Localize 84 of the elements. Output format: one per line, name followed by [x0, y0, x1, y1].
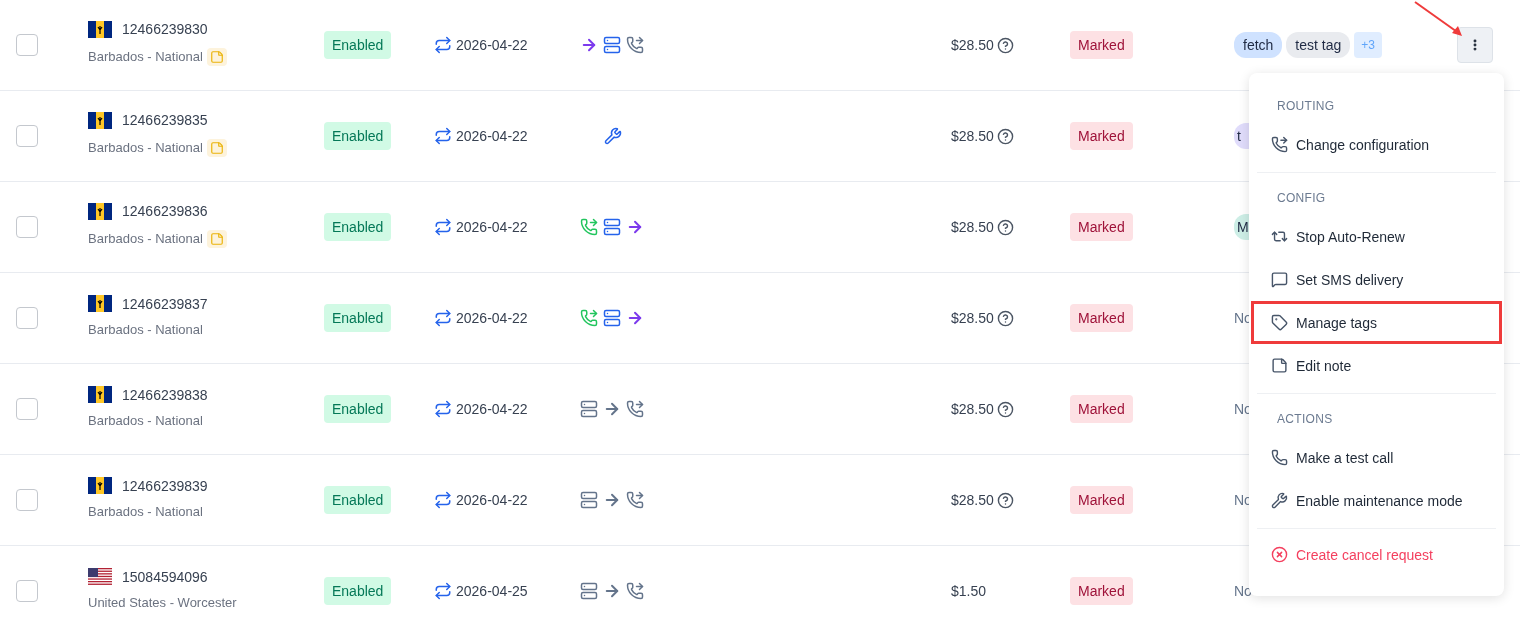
row-checkbox[interactable]: [16, 216, 38, 238]
phone-number: 12466239839: [122, 477, 208, 494]
note-icon: [1271, 357, 1288, 374]
renew-date: 2026-04-22: [456, 219, 528, 235]
price-text: $1.50: [951, 583, 987, 599]
tag-chip: fetch: [1234, 32, 1283, 58]
auto-renew-icon: [434, 218, 452, 236]
row-checkbox[interactable]: [16, 307, 38, 329]
note-icon[interactable]: [206, 229, 227, 248]
row-menu-button[interactable]: [1457, 27, 1493, 63]
cancel-icon: [1271, 546, 1288, 563]
location-text: Barbados - National: [88, 49, 203, 64]
row-checkbox[interactable]: [16, 398, 38, 420]
renew-date: 2026-04-22: [456, 37, 528, 53]
status-badge: Enabled: [324, 304, 392, 332]
tag-icon: [1271, 314, 1288, 331]
phone-number: 12466239835: [122, 112, 208, 128]
row-checkbox[interactable]: [16, 125, 38, 147]
marked-badge: Marked: [1070, 122, 1133, 150]
price-text: $28.50: [951, 401, 994, 417]
message-icon: [1271, 271, 1288, 288]
menu-item[interactable]: Edit note: [1251, 344, 1502, 387]
location-text: Barbados - National: [88, 504, 203, 519]
menu-section-heading: ROUTING: [1276, 98, 1336, 115]
phone-number: 15084594096: [122, 568, 208, 585]
location-text: Barbados - National: [88, 413, 203, 428]
row-checkbox[interactable]: [16, 580, 38, 602]
renew-date: 2026-04-22: [456, 310, 528, 326]
auto-renew-icon: [434, 491, 452, 509]
auto-renew-icon: [434, 36, 452, 54]
price-text: $28.50: [951, 219, 994, 235]
phone-number: 12466239837: [122, 295, 208, 312]
renew-date: 2026-04-22: [456, 492, 528, 508]
menu-item[interactable]: Enable maintenance mode: [1251, 479, 1502, 522]
marked-badge: Marked: [1070, 304, 1133, 332]
note-icon[interactable]: [206, 47, 227, 66]
status-badge: Enabled: [324, 577, 392, 605]
status-badge: Enabled: [324, 395, 392, 423]
auto-renew-icon: [434, 127, 452, 145]
row-checkbox[interactable]: [16, 489, 38, 511]
marked-badge: Marked: [1070, 31, 1133, 59]
location-text: United States - Worcester: [88, 595, 237, 610]
phone-number: 12466239838: [122, 386, 208, 403]
price-text: $28.50: [951, 37, 994, 53]
help-icon[interactable]: [996, 400, 1014, 418]
menu-item[interactable]: Set SMS delivery: [1251, 258, 1502, 301]
tag-chip: test tag: [1286, 32, 1351, 58]
menu-section-heading: CONFIG: [1276, 190, 1327, 207]
help-icon[interactable]: [996, 218, 1014, 236]
status-badge: Enabled: [324, 213, 392, 241]
location-text: Barbados - National: [88, 140, 203, 155]
help-icon[interactable]: [996, 491, 1014, 509]
menu-section-heading: ACTIONS: [1276, 411, 1334, 428]
menu-item[interactable]: Make a test call: [1251, 436, 1502, 479]
renew-date: 2026-04-25: [456, 583, 528, 599]
help-icon[interactable]: [996, 127, 1014, 145]
help-icon[interactable]: [996, 309, 1014, 327]
menu-item[interactable]: Create cancel request: [1251, 533, 1502, 576]
note-icon[interactable]: [206, 138, 227, 157]
phone-forward-icon: [1271, 136, 1288, 153]
marked-badge: Marked: [1070, 577, 1133, 605]
renew-date: 2026-04-22: [456, 128, 528, 144]
marked-badge: Marked: [1070, 395, 1133, 423]
phone-number: 12466239836: [122, 203, 208, 219]
menu-item[interactable]: Manage tags: [1251, 301, 1502, 344]
marked-badge: Marked: [1070, 213, 1133, 241]
auto-renew-icon: [434, 309, 452, 327]
phone-number: 12466239830: [122, 21, 208, 37]
marked-badge: Marked: [1070, 486, 1133, 514]
renew-date: 2026-04-22: [456, 401, 528, 417]
price-text: $28.50: [951, 128, 994, 144]
price-text: $28.50: [951, 310, 994, 326]
phone-icon: [1271, 449, 1288, 466]
status-badge: Enabled: [324, 31, 392, 59]
help-icon[interactable]: [996, 36, 1014, 54]
auto-renew-icon: [434, 582, 452, 600]
status-badge: Enabled: [324, 486, 392, 514]
wrench-icon: [1271, 492, 1288, 509]
location-text: Barbados - National: [88, 231, 203, 246]
location-text: Barbados - National: [88, 322, 203, 337]
row-checkbox[interactable]: [16, 34, 38, 56]
price-text: $28.50: [951, 492, 994, 508]
auto-renew-icon: [434, 400, 452, 418]
status-badge: Enabled: [324, 122, 392, 150]
